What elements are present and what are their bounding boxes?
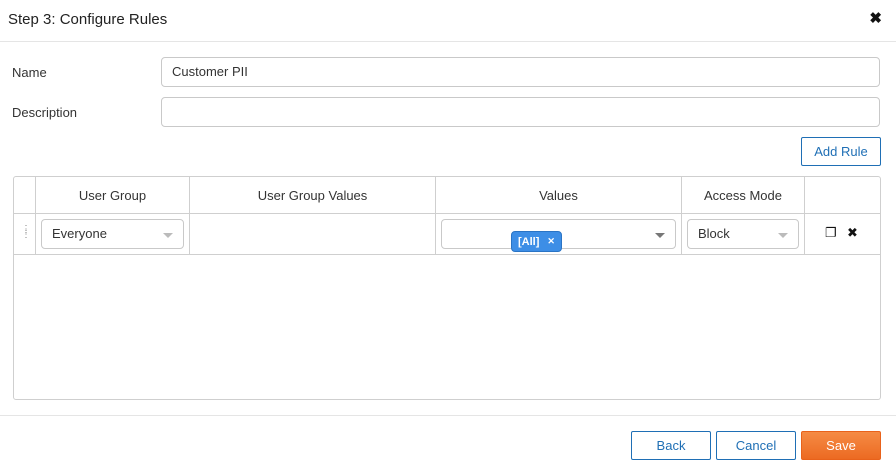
table-row: ⋮ ⋮ Everyone [All] ✕ Block ❐ ✖ bbox=[14, 214, 880, 255]
access-mode-select[interactable]: Block bbox=[687, 219, 799, 249]
drag-handle-icon[interactable]: ⋮ ⋮ bbox=[21, 225, 31, 240]
close-icon[interactable]: ✖ bbox=[869, 9, 882, 27]
save-button[interactable]: Save bbox=[801, 431, 881, 460]
values-tag: [All] ✕ bbox=[511, 231, 562, 252]
actions-cell: ❐ ✖ bbox=[804, 214, 880, 254]
name-input[interactable]: Customer PII bbox=[161, 57, 880, 87]
table-header: User Group User Group Values Values Acce… bbox=[14, 177, 880, 214]
column-header-user-group: User Group bbox=[35, 177, 189, 214]
description-label: Description bbox=[12, 105, 78, 120]
chevron-down-icon bbox=[655, 233, 665, 238]
column-header-access-mode: Access Mode bbox=[681, 177, 804, 214]
chevron-down-icon bbox=[778, 233, 788, 238]
column-header-actions bbox=[804, 177, 880, 214]
cancel-button[interactable]: Cancel bbox=[716, 431, 796, 460]
chevron-down-icon bbox=[163, 233, 173, 238]
footer-divider bbox=[0, 415, 896, 416]
delete-row-icon[interactable]: ✖ bbox=[847, 226, 858, 240]
name-label: Name bbox=[12, 65, 47, 80]
dialog-title: Step 3: Configure Rules bbox=[8, 11, 168, 28]
access-mode-cell: Block bbox=[681, 214, 804, 254]
description-input[interactable] bbox=[161, 97, 880, 127]
user-group-values-cell[interactable] bbox=[189, 214, 435, 254]
back-button[interactable]: Back bbox=[631, 431, 711, 460]
add-rule-button[interactable]: Add Rule bbox=[801, 137, 881, 166]
copy-icon[interactable]: ❐ bbox=[825, 226, 837, 240]
access-mode-value: Block bbox=[698, 226, 730, 241]
values-multiselect[interactable]: [All] ✕ bbox=[441, 219, 676, 252]
column-header-user-group-values: User Group Values bbox=[189, 177, 435, 214]
dialog-header: Step 3: Configure Rules ✖ bbox=[0, 0, 896, 42]
user-group-value: Everyone bbox=[52, 226, 107, 241]
remove-tag-icon[interactable]: ✕ bbox=[547, 236, 555, 247]
user-group-cell: Everyone bbox=[35, 214, 189, 254]
column-header-values: Values bbox=[435, 177, 681, 214]
rules-table: User Group User Group Values Values Acce… bbox=[13, 176, 881, 400]
values-cell: [All] ✕ bbox=[435, 214, 681, 254]
values-tag-label: [All] bbox=[518, 235, 540, 248]
user-group-select[interactable]: Everyone bbox=[41, 219, 184, 249]
